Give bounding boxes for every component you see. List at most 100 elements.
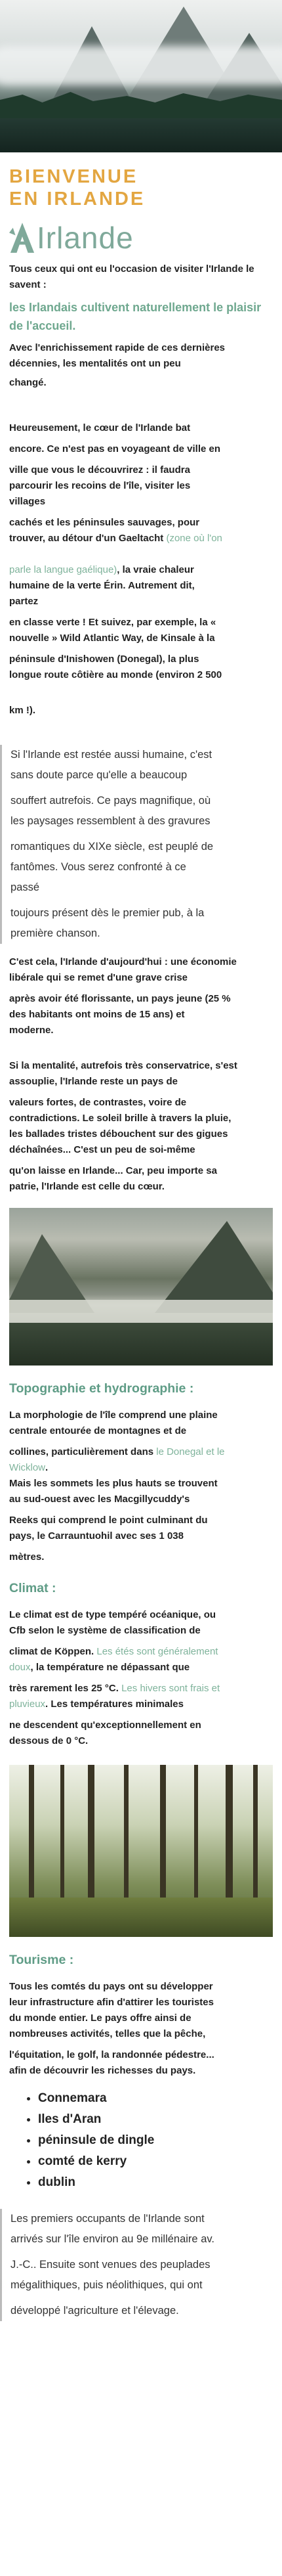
irlande-logo[interactable]: Irlande xyxy=(0,215,282,255)
text-line: passé xyxy=(10,881,40,893)
text-line: , la vraie chaleur xyxy=(117,564,194,575)
text-line: sans doute parce qu'elle a beaucoup xyxy=(10,769,188,781)
text-line: . xyxy=(45,1462,49,1473)
text-line: Mais les sommets les plus hauts se trouv… xyxy=(9,1478,218,1489)
tourism-heading: Tourisme : xyxy=(9,1953,74,1967)
text-line: arrivés sur l'île environ au 9e millénai… xyxy=(10,2233,214,2245)
text-line: longue route côtière au monde (environ 2… xyxy=(9,669,222,680)
text-line: trouver, au détour d'un Gaeltacht xyxy=(9,533,164,544)
destinations-list: Connemara Iles d'Aran péninsule de dingl… xyxy=(9,2088,273,2193)
text-line: les ballades tristes débouchent sur des … xyxy=(9,1128,228,1140)
text-line: climat de Köppen. xyxy=(9,1646,94,1657)
para-mentalite: Si la mentalité, autrefois très conserva… xyxy=(9,1058,273,1195)
climate-heading: Climat : xyxy=(9,1581,56,1595)
quote-block: Si l'Irlande est restée aussi humaine, c… xyxy=(0,745,273,944)
logo-mark-icon xyxy=(9,223,35,253)
doux-link[interactable]: doux xyxy=(9,1662,31,1673)
text-line: , la température ne dépassant que xyxy=(30,1662,190,1673)
para-economie: C'est cela, l'Irlande d'aujourd'hui : un… xyxy=(9,954,273,1038)
lake-photo xyxy=(9,1208,273,1366)
text-line: partez xyxy=(9,596,39,607)
text-line: Cfb selon le système de classification d… xyxy=(9,1625,201,1636)
text-line: mètres. xyxy=(9,1551,45,1563)
para-coeur: Heureusement, le cœur de l'Irlande bat e… xyxy=(9,420,273,719)
text-line: du monde entier. Le pays offre ainsi de xyxy=(9,2012,191,2024)
text-line: très rarement les 25 °C. xyxy=(9,1683,119,1694)
gaeltacht-link[interactable]: (zone où l'on xyxy=(166,533,222,544)
intro-text: Tous ceux qui ont eu l'occasion de visit… xyxy=(9,263,254,290)
text-line: leur infrastructure afin d'attirer les t… xyxy=(9,1997,214,2008)
text-line: décennies, les mentalités ont un peu xyxy=(9,358,181,369)
text-line: ne descendent qu'exceptionnellement en xyxy=(9,1720,201,1731)
text-line: libérale qui se remet d'une grave crise xyxy=(9,972,188,983)
list-item: dublin xyxy=(38,2172,273,2193)
text-line: Le climat est de type tempéré océanique,… xyxy=(9,1609,216,1620)
pluvieux-link[interactable]: pluvieux xyxy=(9,1699,45,1710)
text-line: assouplie, l'Irlande reste un pays de xyxy=(9,1076,178,1087)
text-line: pays, le Carrauntuohil avec ses 1 038 xyxy=(9,1530,184,1542)
text-line: afin de découvrir les richesses du pays. xyxy=(9,2065,196,2076)
text-line: collines, particulièrement dans xyxy=(9,1446,154,1457)
text-line: en classe verte ! Et suivez, par exemple… xyxy=(9,617,216,628)
hero-image xyxy=(0,0,282,152)
text-line: fantômes. Vous serez confronté à ce xyxy=(10,861,186,873)
text-line: dessous de 0 °C. xyxy=(9,1735,89,1746)
text-line: première chanson. xyxy=(10,927,100,939)
text-line: villages xyxy=(9,496,46,507)
text-line: Heureusement, le cœur de l'Irlande bat xyxy=(9,422,191,433)
text-line: nouvelle » Wild Atlantic Way, de Kinsale… xyxy=(9,633,215,644)
text-line: Si l'Irlande est restée aussi humaine, c… xyxy=(10,749,212,761)
text-line: centrale entourée de montagnes et de xyxy=(9,1425,187,1436)
list-item: Connemara xyxy=(38,2088,273,2109)
text-line: Tous les comtés du pays ont su développe… xyxy=(9,1981,213,1992)
para-topographie: La morphologie de l'île comprend une pla… xyxy=(9,1408,273,1565)
page: BIENVENUE EN IRLANDE Irlande Tous ceux q… xyxy=(0,0,282,2576)
text-line: nombreuses activités, telles que la pêch… xyxy=(9,2028,206,2039)
text-line: La morphologie de l'île comprend une pla… xyxy=(9,1410,218,1421)
text-line: déchaînées... C'est un peu de soi-même xyxy=(9,1144,195,1155)
para-mentalites: Avec l'enrichissement rapide de ces dern… xyxy=(9,340,273,394)
text-line: cachés et les péninsules sauvages, pour xyxy=(9,517,200,528)
text-line: ville que vous le découvrirez : il faudr… xyxy=(9,464,190,476)
para-climat: Le climat est de type tempéré océanique,… xyxy=(9,1607,273,1749)
text-line: toujours présent dès le premier pub, à l… xyxy=(10,907,205,919)
text-line: moderne. xyxy=(9,1025,54,1036)
text-line: valeurs fortes, de contrastes, voire de xyxy=(9,1097,187,1108)
donegal-link[interactable]: le Donegal et le xyxy=(156,1446,224,1457)
text-line: J.-C.. Ensuite sont venues des peuplades xyxy=(10,2259,211,2271)
text-line: Avec l'enrichissement rapide de ces dern… xyxy=(9,342,226,353)
logo-word: Irlande xyxy=(37,221,134,255)
text-line: km !). xyxy=(9,705,36,716)
text-line: Si la mentalité, autrefois très conserva… xyxy=(9,1060,237,1071)
text-line: parcourir les recoins de l'île, visiter … xyxy=(9,480,191,491)
para-tourisme: Tous les comtés du pays ont su développe… xyxy=(9,1979,273,2079)
text-line: romantiques du XIXe siècle, est peuplé d… xyxy=(10,841,214,853)
list-item: comté de kerry xyxy=(38,2151,273,2172)
ete-link[interactable]: Les étés sont généralement xyxy=(96,1646,218,1657)
text-line: mégalithiques, puis néolithiques, qui on… xyxy=(10,2279,203,2291)
text-line: péninsule d'Inishowen (Donegal), la plus xyxy=(9,654,199,665)
text-line: humaine de la verte Érin. Autrement dit, xyxy=(9,580,195,591)
text-line: souffert autrefois. Ce pays magnifique, … xyxy=(10,795,211,807)
text-line: les paysages ressemblent à des gravures xyxy=(10,815,211,827)
text-line: changé. xyxy=(9,377,47,388)
list-item: péninsule de dingle xyxy=(38,2130,273,2151)
forest-photo xyxy=(9,1765,273,1937)
history-block: Les premiers occupants de l'Irlande sont… xyxy=(0,2209,273,2321)
highlight-text: les Irlandais cultivent naturellement le… xyxy=(9,301,262,332)
text-line: des habitants ont moins de 15 ans) et xyxy=(9,1009,185,1020)
text-line: développé l'agriculture et l'élevage. xyxy=(10,2305,179,2317)
text-line: après avoir été florissante, un pays jeu… xyxy=(9,993,231,1004)
list-item: Iles d'Aran xyxy=(38,2109,273,2130)
text-line: au sud-ouest avec les Macgillycuddy's xyxy=(9,1494,190,1505)
wicklow-link[interactable]: Wicklow xyxy=(9,1462,45,1473)
text-line: encore. Ce n'est pas en voyageant de vil… xyxy=(9,443,221,455)
hiver-link[interactable]: Les hivers sont frais et xyxy=(121,1683,220,1694)
text-line: qu'on laisse en Irlande... Car, peu impo… xyxy=(9,1165,217,1176)
text-line: patrie, l'Irlande est celle du cœur. xyxy=(9,1181,165,1192)
topography-heading: Topographie et hydrographie : xyxy=(9,1381,194,1396)
text-line: Les premiers occupants de l'Irlande sont xyxy=(10,2213,205,2225)
text-line: Reeks qui comprend le point culminant du xyxy=(9,1515,208,1526)
text-line: contradictions. Le soleil brille à trave… xyxy=(9,1113,232,1124)
gaelic-link[interactable]: parle la langue gaélique) xyxy=(9,564,117,575)
